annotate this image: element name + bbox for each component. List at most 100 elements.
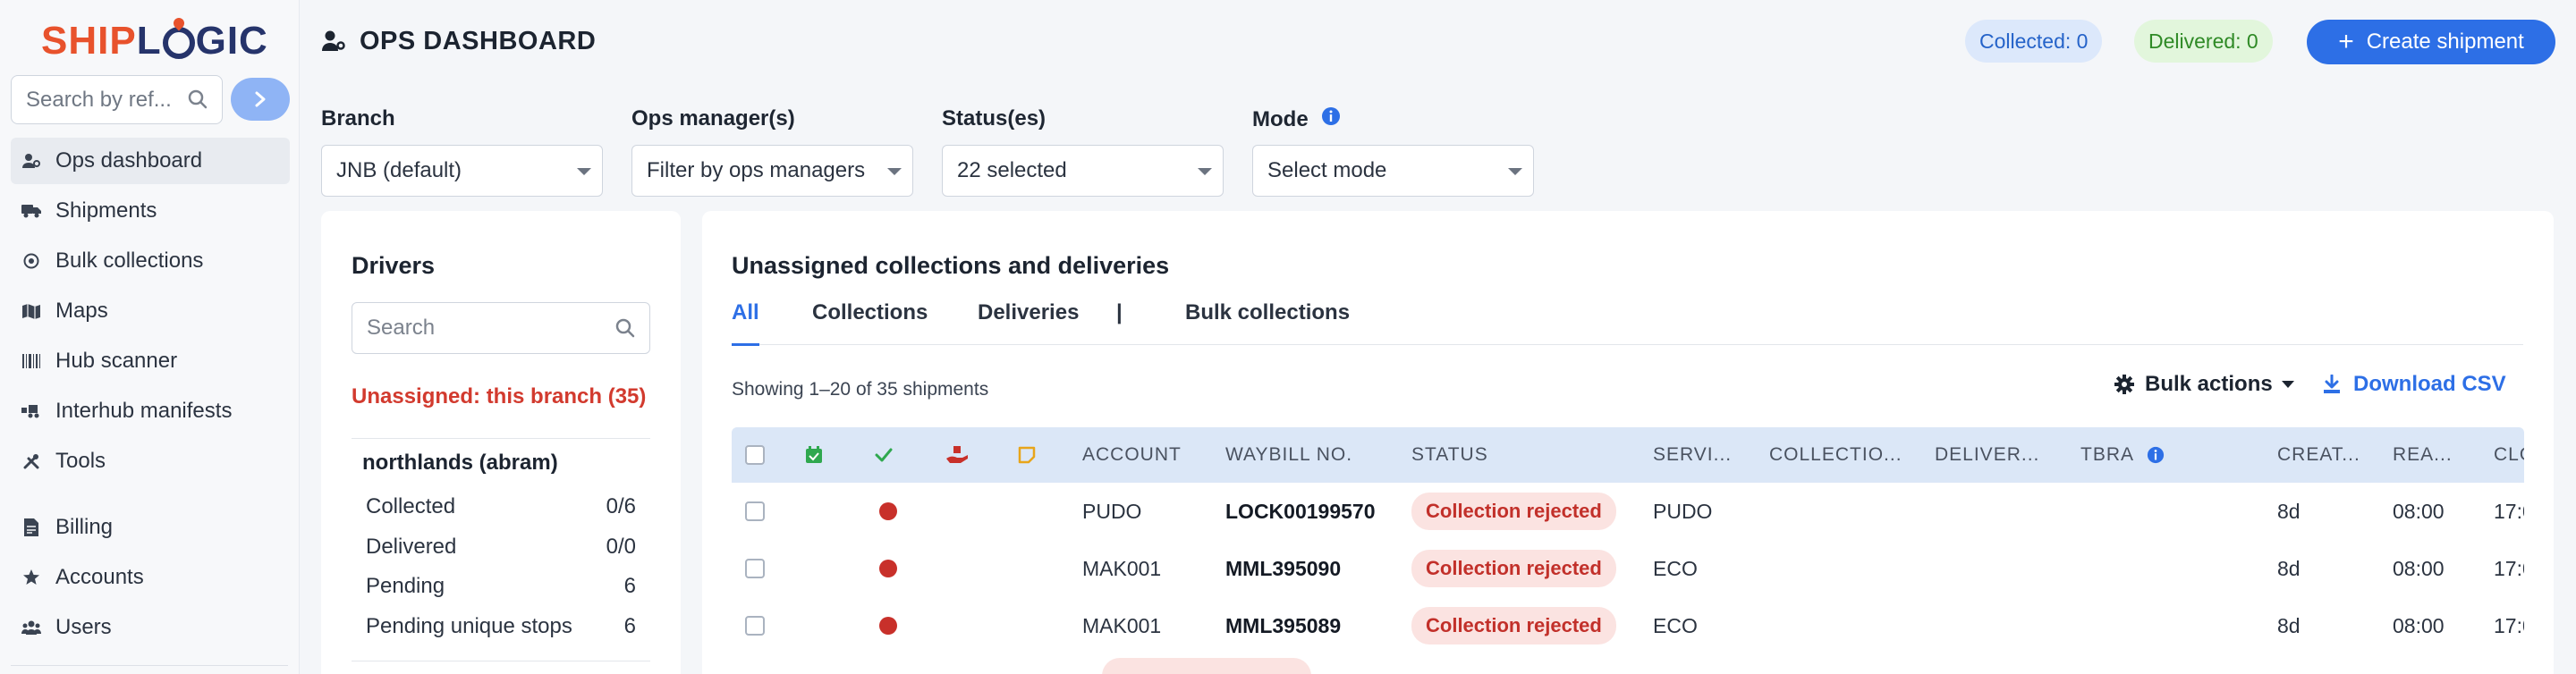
cell-waybill[interactable]: LOCK00199570: [1225, 483, 1376, 540]
tab-all[interactable]: All: [732, 299, 759, 346]
cell-service: PUDO: [1653, 499, 1713, 523]
bulk-actions-button[interactable]: Bulk actions: [2114, 372, 2294, 397]
sidebar-item-billing[interactable]: Billing: [11, 504, 290, 551]
search-icon: [615, 318, 635, 341]
status-label: Status(es): [942, 106, 1046, 131]
table-row[interactable]: MAK001 MML395089 Collection rejected ECO…: [732, 597, 2524, 654]
cell-account: MAK001: [1082, 613, 1162, 637]
column-close[interactable]: CLO...: [2494, 427, 2524, 483]
driver-name[interactable]: northlands (abram): [362, 451, 558, 476]
download-csv-button[interactable]: Download CSV: [2323, 372, 2506, 397]
column-collection[interactable]: COLLECTIO...: [1769, 427, 1921, 483]
driver-search: [352, 302, 650, 354]
column-delivery[interactable]: DELIVER...: [1935, 427, 2069, 483]
sidebar-item-label: Accounts: [55, 565, 144, 589]
shiplogic-logo[interactable]: SHIP L GIC: [41, 14, 268, 68]
row-checkbox[interactable]: [745, 616, 765, 636]
sidebar-item-label: Shipments: [55, 198, 157, 223]
column-waybill[interactable]: WAYBILL NO.: [1225, 427, 1395, 483]
table-header: ACCOUNT WAYBILL NO. STATUS SERVI... COLL…: [732, 427, 2524, 483]
status-badge-partial: [1102, 658, 1311, 674]
sidebar-item-accounts[interactable]: Accounts: [11, 554, 290, 601]
cell-account: MAK001: [1082, 556, 1162, 580]
tab-bulk-collections[interactable]: Bulk collections: [1185, 299, 1350, 345]
sidebar-item-tools[interactable]: Tools: [11, 438, 290, 484]
drivers-title: Drivers: [352, 252, 436, 279]
invoice-icon: [21, 518, 41, 537]
row-checkbox[interactable]: [745, 559, 765, 578]
sidebar-item-label: Tools: [55, 449, 106, 473]
sidebar-item-interhub-manifests[interactable]: Interhub manifests: [11, 388, 290, 434]
column-created[interactable]: CREAT...: [2277, 427, 2380, 483]
sidebar-item-users[interactable]: Users: [11, 604, 290, 651]
select-all-checkbox[interactable]: [745, 445, 765, 465]
download-icon: [2323, 375, 2341, 394]
status-dot: [879, 617, 897, 635]
table-row[interactable]: PUDO LOCK00199570 Collection rejected PU…: [732, 483, 2524, 540]
status-badge: Collection rejected: [1411, 607, 1616, 645]
reference-search: [11, 75, 223, 124]
cell-status: Collection rejected: [1411, 483, 1616, 540]
status-badge: Collection rejected: [1411, 493, 1616, 530]
branch-select[interactable]: JNB (default): [321, 145, 603, 197]
logo-text-gic: GIC: [195, 19, 268, 63]
cell-created: 8d: [2277, 499, 2301, 523]
map-icon: [21, 301, 41, 321]
sidebar-item-shipments[interactable]: Shipments: [11, 188, 290, 234]
driver-stat-pending: Pending 6: [366, 574, 636, 599]
select-all-checkbox-cell: [745, 427, 765, 483]
sidebar-item-maps[interactable]: Maps: [11, 288, 290, 334]
cell-created: 8d: [2277, 613, 2301, 637]
user-gear-icon: [21, 151, 41, 171]
tab-deliveries[interactable]: Deliveries: [978, 299, 1079, 345]
status-select-value: 22 selected: [957, 158, 1067, 182]
column-service[interactable]: SERVI...: [1653, 427, 1756, 483]
pagination-summary: Showing 1–20 of 35 shipments: [732, 379, 989, 400]
gear-icon: [2114, 375, 2134, 394]
unassigned-branch-link[interactable]: Unassigned: this branch (35): [352, 384, 646, 409]
column-account[interactable]: ACCOUNT: [1082, 427, 1208, 483]
target-icon: [21, 251, 41, 271]
driver-search-input[interactable]: [352, 303, 603, 353]
stat-label: Delivered: [366, 535, 457, 559]
cell-waybill[interactable]: MML395089: [1225, 597, 1341, 654]
sidebar-item-hub-scanner[interactable]: Hub scanner: [11, 338, 290, 384]
caret-down-icon: [887, 168, 902, 175]
mode-select[interactable]: Select mode: [1252, 145, 1534, 197]
sidebar-item-bulk-collections[interactable]: Bulk collections: [11, 238, 290, 284]
cell-ready: 08:00: [2393, 556, 2445, 580]
stat-value: 6: [623, 574, 636, 598]
stat-label: Collected: [366, 494, 456, 518]
sidebar-item-ops-dashboard[interactable]: Ops dashboard: [11, 138, 290, 184]
hand-package-icon: [946, 446, 968, 463]
create-shipment-button[interactable]: + Create shipment: [2307, 20, 2555, 64]
info-icon[interactable]: [2147, 446, 2165, 464]
ops-manager-select[interactable]: Filter by ops managers: [631, 145, 913, 197]
info-icon[interactable]: [1321, 106, 1341, 132]
reference-search-input[interactable]: [12, 76, 173, 123]
status-dot: [879, 560, 897, 577]
driver-stat-delivered: Delivered 0/0: [366, 535, 636, 560]
stat-label: Pending: [366, 574, 445, 598]
status-dot-cell: [879, 540, 897, 597]
tab-collections[interactable]: Collections: [812, 299, 928, 345]
row-checkbox[interactable]: [745, 501, 765, 521]
stat-value: 0/0: [606, 535, 636, 559]
column-tbra-label: TBRA: [2080, 444, 2135, 465]
column-ready[interactable]: REA...: [2393, 427, 2478, 483]
search-icon: [188, 89, 208, 113]
mode-select-value: Select mode: [1267, 158, 1387, 182]
cell-waybill[interactable]: MML395090: [1225, 540, 1341, 597]
table-row[interactable]: MAK001 MML395090 Collection rejected ECO…: [732, 540, 2524, 597]
driver-stat-pending-unique-stops: Pending unique stops 6: [366, 614, 636, 639]
status-select[interactable]: 22 selected: [942, 145, 1224, 197]
column-tbra[interactable]: TBRA: [2080, 427, 2179, 483]
drivers-panel: Drivers Unassigned: this branch (35) nor…: [321, 211, 681, 674]
search-go-button[interactable]: [231, 78, 290, 121]
caret-down-icon: [2281, 381, 2294, 388]
collected-column-icon: [805, 427, 823, 483]
column-status[interactable]: STATUS: [1411, 427, 1635, 483]
stat-value: 0/6: [606, 494, 636, 518]
driver-stat-collected: Collected 0/6: [366, 494, 636, 519]
